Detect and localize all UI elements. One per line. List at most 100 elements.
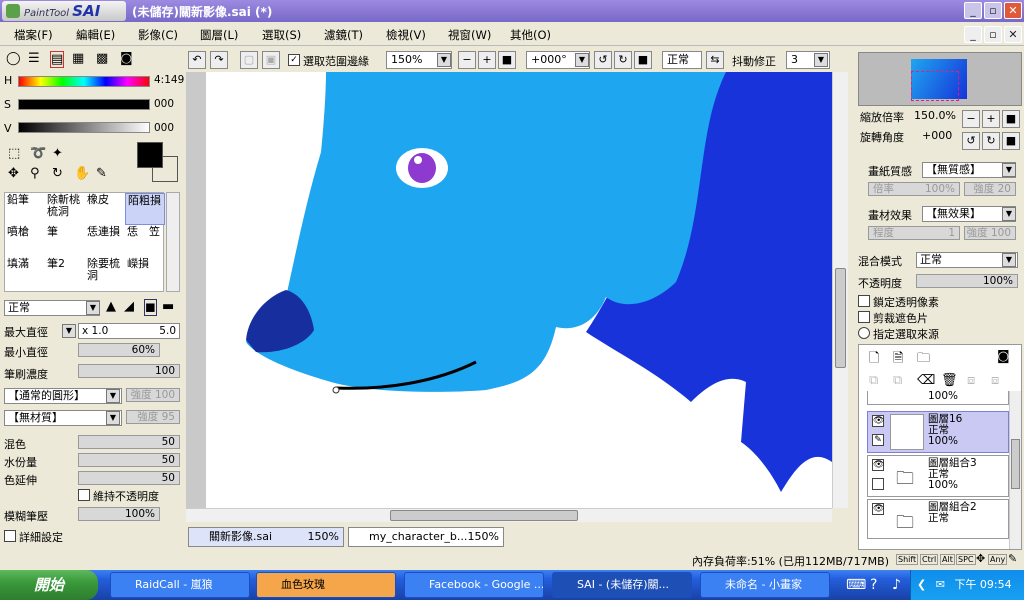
chevron-down-icon[interactable]: ▼	[1002, 207, 1016, 221]
zoom-in-icon[interactable]: +	[478, 51, 496, 69]
undo-icon[interactable]: ↶	[188, 51, 206, 69]
tool-pencil[interactable]: 鉛筆	[5, 193, 45, 225]
menu-other[interactable]: 其他(O)	[510, 27, 551, 43]
tool-airbrush[interactable]: 噴槍	[5, 225, 45, 257]
nav-rotate-right-icon[interactable]: ↻	[982, 132, 1000, 150]
menu-select[interactable]: 選取(S)	[262, 27, 301, 43]
rgb-slider-icon[interactable]: ☰	[28, 51, 40, 66]
brush-shape-4-icon[interactable]: ▬	[162, 299, 174, 314]
select-source-radio[interactable]	[858, 327, 870, 339]
clipping-mask-checkbox[interactable]	[858, 311, 870, 323]
palette-icon[interactable]: ▦	[72, 51, 84, 66]
tool-custom-2[interactable]: 恁 笠	[125, 225, 165, 257]
doc-tab-active[interactable]: 關新影像.sai 150%	[188, 527, 344, 547]
keyboard-icon[interactable]: ⌨	[846, 577, 866, 593]
eye-icon[interactable]: 👁	[872, 459, 884, 471]
scratchpad-icon[interactable]: ◙	[120, 51, 133, 66]
tool-selected[interactable]: 陌粗損	[125, 193, 165, 225]
lasso-icon[interactable]: ➰	[30, 146, 46, 161]
chevron-down-icon[interactable]: ▼	[437, 53, 451, 67]
chevron-down-icon[interactable]: ▼	[106, 389, 120, 403]
minimize-button[interactable]: _	[964, 2, 982, 19]
tool-eraser[interactable]: 橡皮	[85, 193, 125, 225]
copy-layer-icon[interactable]: ⧉	[869, 373, 878, 388]
invert-select-icon[interactable]: ▣	[262, 51, 280, 69]
navigator-preview[interactable]	[858, 52, 1022, 106]
menu-layer[interactable]: 圖層(L)	[200, 27, 238, 43]
texture-strength[interactable]: 強度 95	[126, 410, 180, 424]
doc-close-button[interactable]: ✕	[1004, 26, 1022, 43]
brush-shape-1-icon[interactable]: ▲	[106, 299, 116, 314]
paper-scale[interactable]: 倍率 100%	[868, 182, 960, 196]
zoom-out-icon[interactable]: −	[458, 51, 476, 69]
selection-edge-checkbox[interactable]: ✓	[288, 54, 300, 66]
tool-custom-4[interactable]: 嶸損	[125, 257, 165, 289]
min-diameter-slider[interactable]: 60%	[78, 343, 160, 357]
chevron-down-icon[interactable]: ▼	[86, 301, 100, 315]
layer-menu-icon[interactable]: ◙	[997, 349, 1010, 364]
task-sai[interactable]: SAI - (未儲存)關...	[552, 572, 692, 598]
lock-transparency-checkbox[interactable]	[858, 295, 870, 307]
menu-view[interactable]: 檢視(V)	[386, 27, 426, 43]
layer-item-group3[interactable]: 👁 🗀 圖層組合3 正常 100%	[867, 455, 1009, 497]
blur-slider[interactable]: 100%	[78, 507, 160, 521]
canvas[interactable]	[186, 72, 832, 508]
paper-effect-strength[interactable]: 強度 100	[964, 226, 1016, 240]
paper-level[interactable]: 程度 1	[868, 226, 960, 240]
swatch-icon[interactable]: ▩	[96, 51, 108, 66]
magic-wand-icon[interactable]: ✦	[52, 146, 63, 161]
view-mode-select[interactable]: 正常	[662, 51, 702, 69]
start-button[interactable]: 開始	[0, 570, 98, 600]
zoom-reset-icon[interactable]: ■	[498, 51, 516, 69]
maximize-button[interactable]: ▫	[984, 2, 1002, 19]
task-chat[interactable]: 血色玫瑰	[256, 572, 396, 598]
brush-icon[interactable]: ✎	[872, 434, 884, 446]
speaker-icon[interactable]: ♪	[892, 577, 901, 593]
rotate-reset-icon[interactable]: ■	[634, 51, 652, 69]
task-paint[interactable]: 未命名 - 小畫家	[700, 572, 830, 598]
doc-minimize-button[interactable]: _	[964, 26, 982, 43]
tool-custom-3[interactable]: 除要梳洞	[85, 257, 125, 289]
eye-icon[interactable]: 👁	[872, 503, 884, 515]
clear-layer-icon[interactable]: ⌫	[917, 373, 935, 388]
doc-restore-button[interactable]: ▫	[984, 26, 1002, 43]
tool-brush[interactable]: 筆	[45, 225, 85, 257]
layer-lock-icon[interactable]	[872, 478, 884, 490]
value-slider[interactable]	[18, 122, 150, 133]
blend-slider[interactable]: 50	[78, 435, 180, 449]
close-button[interactable]: ✕	[1004, 2, 1022, 19]
menu-file[interactable]: 檔案(F)	[14, 27, 53, 43]
layer-scrollbar[interactable]	[1009, 391, 1021, 549]
eyedropper-icon[interactable]: ✎	[96, 166, 107, 181]
chevron-down-icon[interactable]: ▼	[62, 324, 76, 338]
merge-visible-icon[interactable]: ⧈	[991, 373, 999, 388]
tool-brush-2[interactable]: 筆2	[45, 257, 85, 289]
brush-texture-select[interactable]: 【無材質】	[4, 410, 122, 426]
layer-item-partial[interactable]: 100%	[867, 391, 1009, 405]
chevron-down-icon[interactable]: ▼	[1002, 253, 1016, 267]
keep-opacity-checkbox[interactable]	[78, 489, 90, 501]
merge-down-icon[interactable]: ⧈	[967, 373, 975, 388]
layer-scroll-thumb[interactable]	[1011, 439, 1020, 489]
brush-shape-3-icon[interactable]: ◼	[144, 299, 157, 316]
merge-layer-icon[interactable]: ⧉	[893, 373, 902, 388]
doc-tab-character[interactable]: my_character_b... 150%	[348, 527, 504, 547]
zoom-icon[interactable]: ⚲	[30, 166, 40, 181]
chevron-down-icon[interactable]: ▼	[1002, 163, 1016, 177]
task-raidcall[interactable]: RaidCall - 嵐狼	[110, 572, 250, 598]
tool-smudge[interactable]: 除斬桃梳洞	[45, 193, 85, 225]
tray-arrow-icon[interactable]: ❮	[917, 578, 926, 591]
shape-strength[interactable]: 強度 100	[126, 388, 180, 402]
layer-item-selected[interactable]: 👁 ✎ 圖層16 正常 100%	[867, 411, 1009, 453]
navigator-viewport[interactable]	[911, 71, 959, 101]
menu-filter[interactable]: 濾鏡(T)	[324, 27, 363, 43]
nav-zoom-in-icon[interactable]: +	[982, 110, 1000, 128]
paper-strength[interactable]: 強度 20	[964, 182, 1016, 196]
chevron-down-icon[interactable]: ▼	[106, 411, 120, 425]
redo-icon[interactable]: ↷	[210, 51, 228, 69]
vertical-scroll-thumb[interactable]	[835, 268, 846, 368]
tool-fill[interactable]: 填滿	[5, 257, 45, 289]
task-chrome[interactable]: Facebook - Google ...	[404, 572, 544, 598]
horizontal-scroll-thumb[interactable]	[390, 510, 578, 521]
chevron-down-icon[interactable]: ▼	[575, 53, 589, 67]
